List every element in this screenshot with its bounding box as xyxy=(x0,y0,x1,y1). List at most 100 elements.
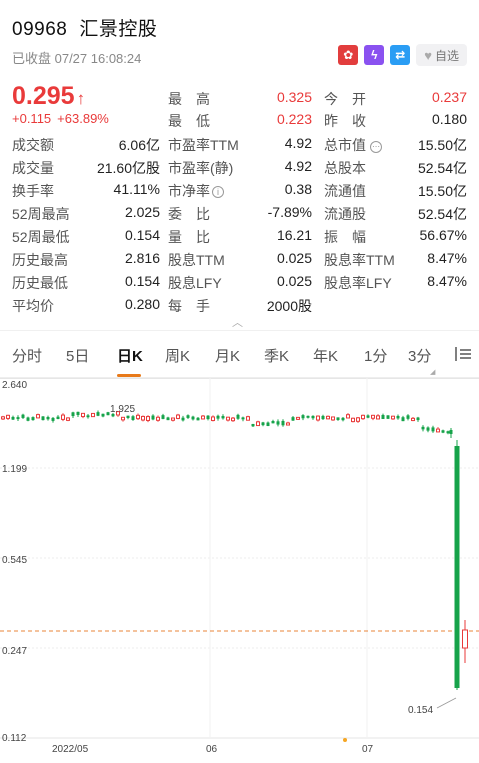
candle xyxy=(96,412,100,416)
quote-value: 0.180 xyxy=(431,111,467,127)
y-tick: 0.247 xyxy=(2,646,28,657)
tab-quarterly-k[interactable]: 季K xyxy=(264,345,289,366)
x-tick: 2022/05 xyxy=(52,744,89,755)
candle xyxy=(449,430,453,434)
tab-yearly-k[interactable]: 年K xyxy=(313,345,338,366)
candle xyxy=(366,415,370,418)
tab-daily-k[interactable]: 日K xyxy=(117,345,143,366)
candle xyxy=(454,446,460,688)
low-marker-line xyxy=(436,697,457,709)
quote-value: 15.50亿 xyxy=(417,137,467,153)
tab-intraday[interactable]: 分时 xyxy=(12,345,42,366)
candle xyxy=(196,417,200,421)
up-arrow-icon: ↑ xyxy=(76,89,86,108)
candle xyxy=(241,417,245,420)
candle xyxy=(301,415,305,419)
event-dot[interactable] xyxy=(343,738,347,742)
quote-label: 最 高 xyxy=(168,91,210,107)
candle xyxy=(11,416,15,420)
candle xyxy=(341,417,345,421)
candle xyxy=(26,417,30,421)
quote-label: 每 手 xyxy=(168,298,210,314)
candle xyxy=(16,417,20,420)
quote-label: 股息TTM xyxy=(168,252,225,268)
connect-icon[interactable]: ⇄ xyxy=(390,45,411,65)
candle xyxy=(91,412,95,418)
stock-code: 09968 xyxy=(12,19,68,40)
quote-value: 0.237 xyxy=(431,89,467,105)
candle xyxy=(356,417,360,422)
candle xyxy=(51,417,55,421)
change-percent: +63.89% xyxy=(57,111,109,126)
candle xyxy=(161,415,165,419)
quote-label: 成交量 xyxy=(12,160,54,176)
candle xyxy=(391,415,395,420)
candle xyxy=(246,416,250,421)
quote-label: 总股本 xyxy=(324,160,366,176)
tab-monthly-k[interactable]: 月K xyxy=(215,345,240,366)
dropdown-triangle-icon: ◢ xyxy=(429,369,436,376)
badge-row: ✿ ϟ ⇄ ♥ 自选 xyxy=(338,44,467,66)
quote-label: 股息LFY xyxy=(168,275,222,291)
candle xyxy=(66,417,70,421)
y-tick: 2.640 xyxy=(2,380,28,391)
candle xyxy=(46,416,50,420)
candle xyxy=(201,415,205,420)
quote-label: 委 比 xyxy=(168,206,210,222)
add-watchlist-button[interactable]: ♥ 自选 xyxy=(416,44,467,66)
lightning-icon[interactable]: ϟ xyxy=(364,45,385,65)
candle xyxy=(121,416,125,421)
quote-label: 市盈率TTM xyxy=(168,137,239,153)
hk-market-icon[interactable]: ✿ xyxy=(338,45,359,65)
quote-value: 4.92 xyxy=(284,158,312,174)
high-annotation: 1.925 xyxy=(110,404,136,415)
candle xyxy=(421,426,425,430)
candle xyxy=(6,414,10,419)
tab-1min[interactable]: 1分 xyxy=(364,345,387,366)
candle xyxy=(126,415,130,419)
candle xyxy=(326,415,330,420)
info-icon[interactable]: i xyxy=(212,186,224,198)
candle xyxy=(156,416,160,421)
candle xyxy=(266,422,270,426)
candle xyxy=(71,412,75,417)
quote-value: 2.025 xyxy=(124,204,160,220)
more-icon[interactable]: ⋯ xyxy=(370,141,382,153)
tab-3min[interactable]: 3分 ◢ xyxy=(408,345,435,376)
candle xyxy=(431,427,435,432)
period-tabs: 分时 5日 日K 周K 月K 季K 年K 1分 3分 ◢ xyxy=(0,330,479,378)
quote-label: 历史最高 xyxy=(12,252,68,268)
x-tick: 06 xyxy=(206,744,218,755)
candle xyxy=(281,420,285,426)
quote-value: 52.54亿 xyxy=(417,160,467,176)
y-tick: 0.112 xyxy=(2,733,27,744)
kline-chart[interactable]: 2.640 1.199 0.545 0.247 0.112 1.925 0.15… xyxy=(0,378,479,763)
quote-value: 0.154 xyxy=(124,227,160,243)
candle xyxy=(336,417,340,420)
quote-label: 总市值 xyxy=(324,137,366,153)
candle xyxy=(446,431,450,434)
candle xyxy=(226,416,230,421)
candle xyxy=(386,415,390,419)
tab-weekly-k[interactable]: 周K xyxy=(165,345,190,366)
candle xyxy=(191,416,195,420)
candle xyxy=(381,414,385,420)
candle xyxy=(401,417,405,422)
candle xyxy=(131,416,135,420)
candle xyxy=(316,415,320,421)
candle xyxy=(411,417,415,422)
tab-3min-label: 3分 xyxy=(408,348,432,365)
quote-value: 0.280 xyxy=(124,296,160,312)
collapse-chevron-icon[interactable]: ︿ xyxy=(232,314,243,330)
tab-5day[interactable]: 5日 xyxy=(66,345,89,366)
quote-value: 0.38 xyxy=(284,181,312,197)
quote-value: 56.67% xyxy=(419,227,467,243)
candle xyxy=(176,414,180,419)
chart-settings-icon[interactable] xyxy=(452,345,472,363)
quote-value: 21.60亿股 xyxy=(96,160,160,176)
candle xyxy=(462,629,468,649)
candle xyxy=(416,417,420,421)
candle xyxy=(396,415,400,419)
candle xyxy=(361,414,365,420)
candle xyxy=(61,414,65,420)
